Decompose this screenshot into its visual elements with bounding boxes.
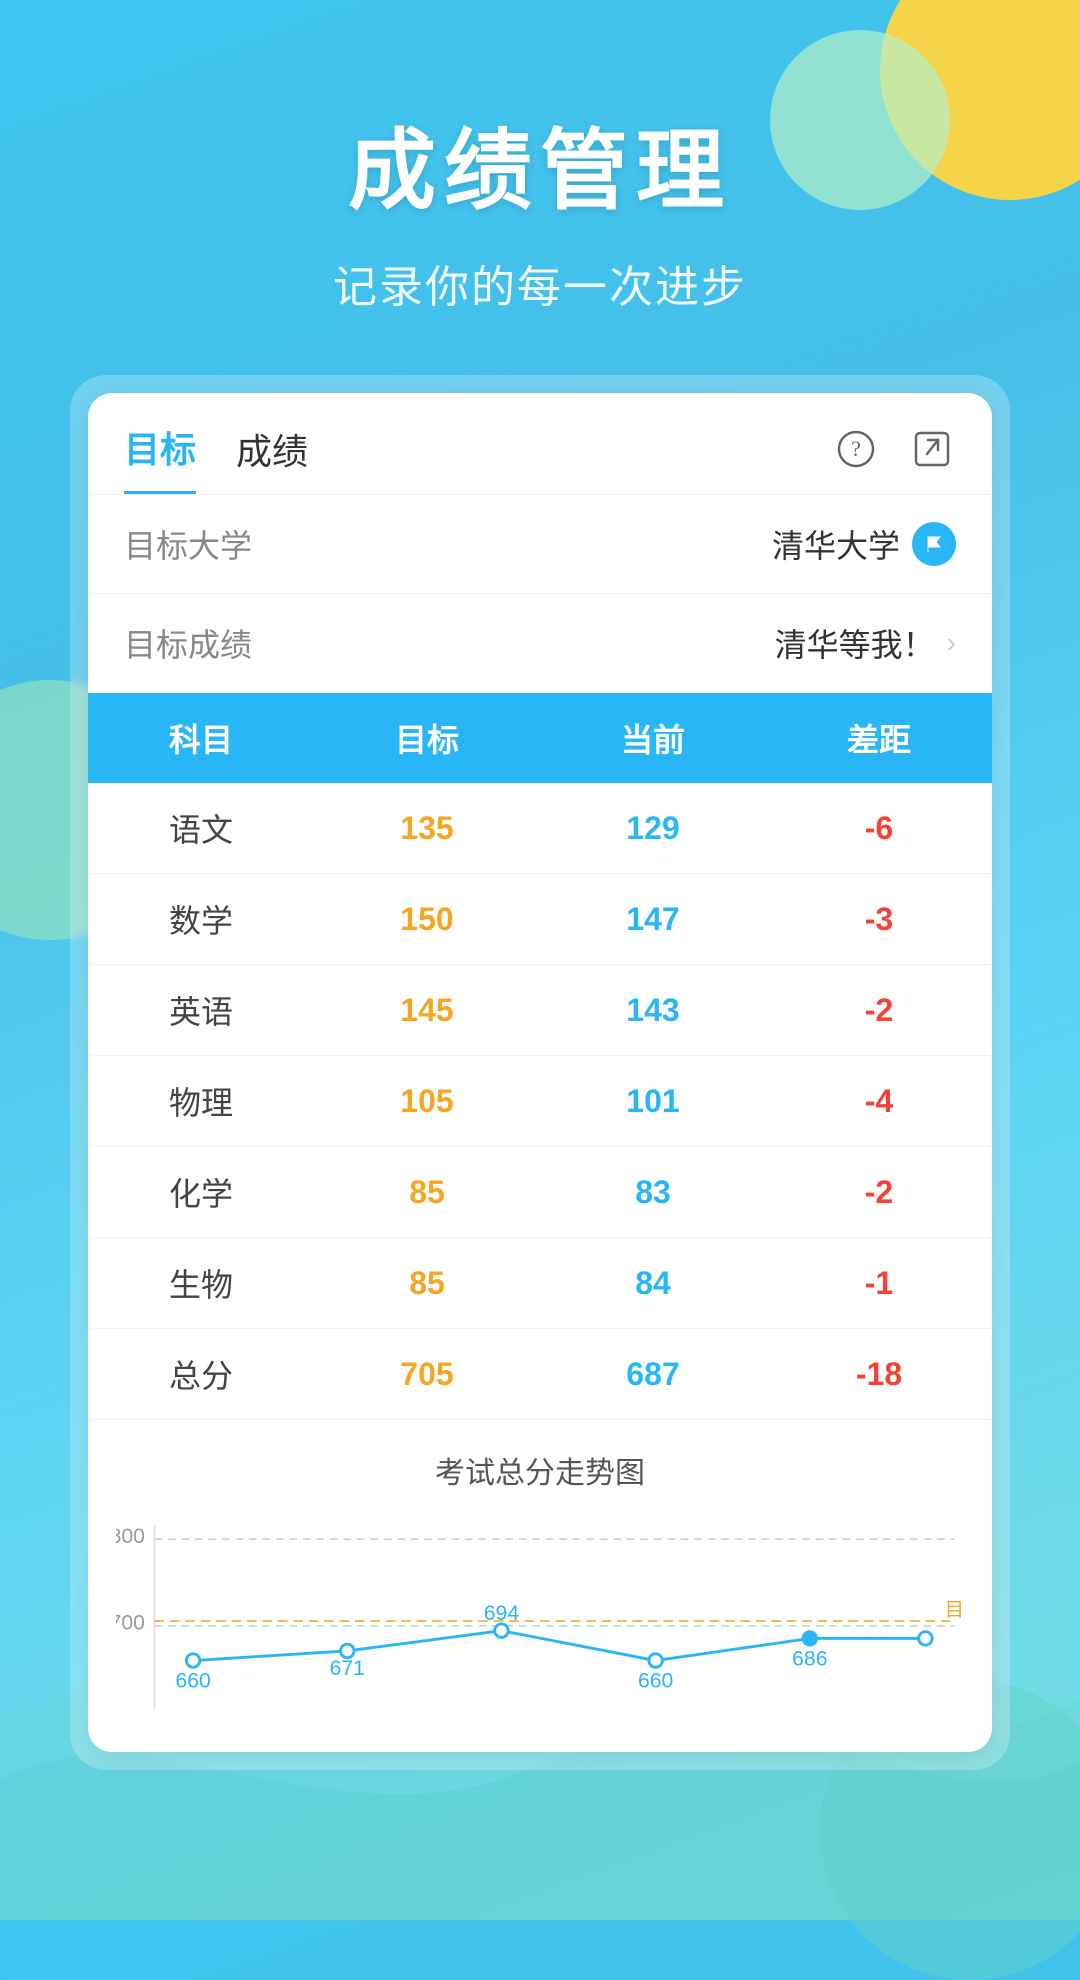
svg-text:?: ? — [851, 436, 861, 461]
cell-subject: 英语 — [88, 965, 314, 1056]
flag-button[interactable] — [912, 522, 956, 566]
cell-current: 101 — [540, 1056, 766, 1147]
cell-diff: -4 — [766, 1056, 992, 1147]
tab-icons: ? — [832, 425, 956, 491]
score-goal-row[interactable]: 目标成绩 清华等我！ › — [88, 594, 992, 693]
cell-subject: 生物 — [88, 1238, 314, 1329]
cell-diff: -6 — [766, 783, 992, 874]
share-icon-button[interactable] — [908, 425, 956, 473]
help-icon-button[interactable]: ? — [832, 425, 880, 473]
cell-current: 687 — [540, 1329, 766, 1420]
cell-target: 705 — [314, 1329, 540, 1420]
cell-diff: -1 — [766, 1238, 992, 1329]
cell-subject: 数学 — [88, 874, 314, 965]
cell-diff: -3 — [766, 874, 992, 965]
score-goal-value: 清华等我！ — [775, 620, 935, 666]
col-diff: 差距 — [766, 693, 992, 783]
table-body: 语文 135 129 -6 数学 150 147 -3 英语 145 143 -… — [88, 783, 992, 1419]
svg-text:660: 660 — [175, 1670, 210, 1693]
card-wrapper: 目标 成绩 ? — [70, 375, 1010, 1770]
svg-text:686: 686 — [792, 1647, 827, 1670]
chart-title: 考试总分走势图 — [116, 1448, 964, 1492]
table-row: 生物 85 84 -1 — [88, 1238, 992, 1329]
cell-current: 84 — [540, 1238, 766, 1329]
chart-container: 800 700 目标 — [116, 1512, 964, 1732]
table-row: 总分 705 687 -18 — [88, 1329, 992, 1420]
cell-target: 105 — [314, 1056, 540, 1147]
table-row: 化学 85 83 -2 — [88, 1147, 992, 1238]
cell-target: 85 — [314, 1238, 540, 1329]
university-row: 目标大学 清华大学 — [88, 495, 992, 594]
cell-subject: 化学 — [88, 1147, 314, 1238]
score-trend-chart: 800 700 目标 — [116, 1512, 964, 1732]
tab-target[interactable]: 目标 — [124, 421, 196, 494]
cell-current: 129 — [540, 783, 766, 874]
cell-target: 150 — [314, 874, 540, 965]
university-value: 清华大学 — [772, 521, 900, 567]
table-header-row: 科目 目标 当前 差距 — [88, 693, 992, 783]
score-goal-label: 目标成绩 — [124, 620, 775, 666]
cell-current: 83 — [540, 1147, 766, 1238]
tab-score[interactable]: 成绩 — [236, 423, 308, 493]
page-title: 成绩管理 — [348, 100, 732, 227]
cell-target: 135 — [314, 783, 540, 874]
cell-subject: 语文 — [88, 783, 314, 874]
chart-section: 考试总分走势图 800 700 目标 — [88, 1419, 992, 1752]
cell-current: 143 — [540, 965, 766, 1056]
page-subtitle: 记录你的每一次进步 — [333, 251, 747, 315]
col-target: 目标 — [314, 693, 540, 783]
cell-subject: 物理 — [88, 1056, 314, 1147]
cell-diff: -18 — [766, 1329, 992, 1420]
svg-text:671: 671 — [330, 1657, 365, 1680]
score-goal-value-group: 清华等我！ › — [775, 620, 956, 666]
svg-text:660: 660 — [638, 1670, 673, 1693]
chevron-right-icon: › — [947, 627, 956, 659]
table-row: 物理 105 101 -4 — [88, 1056, 992, 1147]
help-circle-icon: ? — [837, 430, 875, 468]
university-value-group: 清华大学 — [772, 521, 956, 567]
table-header: 科目 目标 当前 差距 — [88, 693, 992, 783]
cell-diff: -2 — [766, 965, 992, 1056]
main-card: 目标 成绩 ? — [88, 393, 992, 1752]
share-icon — [913, 430, 951, 468]
table-row: 语文 135 129 -6 — [88, 783, 992, 874]
cell-current: 147 — [540, 874, 766, 965]
col-subject: 科目 — [88, 693, 314, 783]
cell-diff: -2 — [766, 1147, 992, 1238]
svg-text:800: 800 — [116, 1525, 145, 1548]
cell-subject: 总分 — [88, 1329, 314, 1420]
col-current: 当前 — [540, 693, 766, 783]
svg-text:目标: 目标 — [945, 1599, 964, 1621]
university-label: 目标大学 — [124, 521, 772, 567]
cell-target: 145 — [314, 965, 540, 1056]
table-row: 数学 150 147 -3 — [88, 874, 992, 965]
flag-icon — [923, 533, 945, 555]
score-table: 科目 目标 当前 差距 语文 135 129 -6 数学 150 147 -3 … — [88, 693, 992, 1419]
svg-text:700: 700 — [116, 1612, 145, 1635]
tabs-row: 目标 成绩 ? — [88, 393, 992, 495]
svg-text:694: 694 — [484, 1602, 520, 1625]
table-row: 英语 145 143 -2 — [88, 965, 992, 1056]
cell-target: 85 — [314, 1147, 540, 1238]
